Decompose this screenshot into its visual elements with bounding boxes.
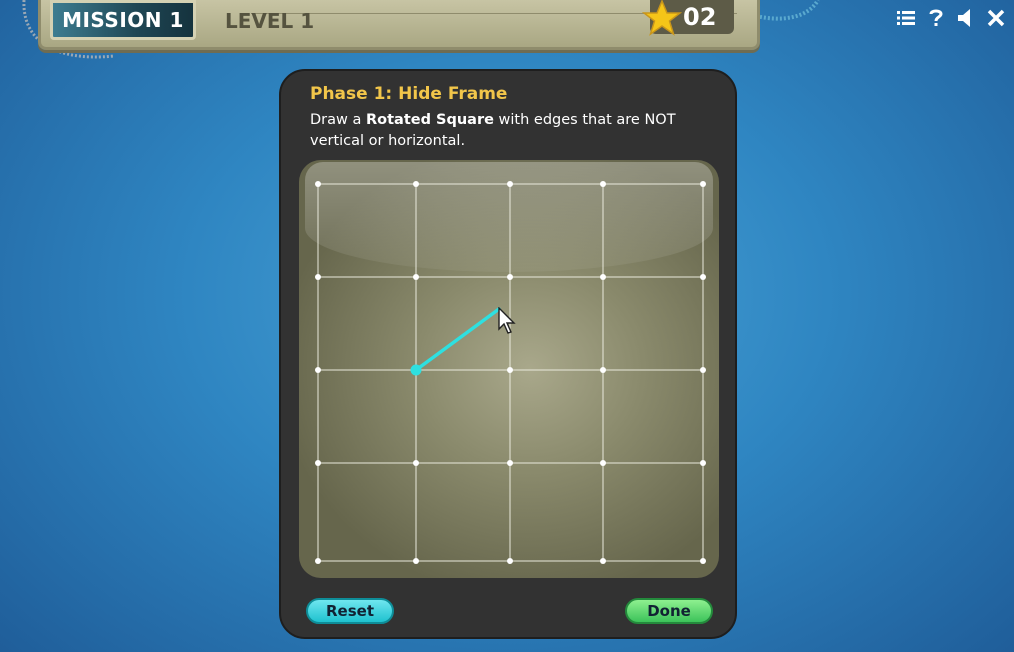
- level-label: LEVEL 1: [225, 9, 315, 33]
- highlight-shape-name: Rotated Square: [365, 112, 494, 128]
- grid-point[interactable]: [700, 367, 706, 373]
- close-icon[interactable]: [986, 8, 1006, 28]
- mission-tag: MISSION 1: [50, 0, 196, 40]
- grid-point[interactable]: [507, 558, 513, 564]
- grid-point[interactable]: [600, 558, 606, 564]
- star-count: 02: [683, 3, 717, 31]
- grid-point[interactable]: [600, 460, 606, 466]
- grid-point[interactable]: [700, 274, 706, 280]
- grid-point[interactable]: [315, 460, 321, 466]
- done-button[interactable]: Done: [625, 598, 713, 624]
- grid-point[interactable]: [413, 460, 419, 466]
- top-toolbar: [896, 8, 1006, 28]
- grid-point[interactable]: [413, 558, 419, 564]
- grid-point[interactable]: [507, 460, 513, 466]
- sound-icon[interactable]: [956, 8, 976, 28]
- grid-point[interactable]: [700, 558, 706, 564]
- grid-point[interactable]: [315, 181, 321, 187]
- grid-point[interactable]: [315, 274, 321, 280]
- star-icon: [642, 0, 682, 36]
- phase-panel: Phase 1: Hide Frame Draw a Rotated Squar…: [279, 69, 737, 639]
- grid-point[interactable]: [700, 181, 706, 187]
- list-icon[interactable]: [896, 8, 916, 28]
- grid-point[interactable]: [700, 460, 706, 466]
- grid-point[interactable]: [507, 274, 513, 280]
- grid-point[interactable]: [507, 181, 513, 187]
- segment-start-point[interactable]: [410, 364, 422, 376]
- grid-point[interactable]: [315, 558, 321, 564]
- drawn-segment: [414, 307, 501, 372]
- grid-point[interactable]: [413, 274, 419, 280]
- grid-point[interactable]: [413, 181, 419, 187]
- cord-decoration-right: [755, 0, 820, 21]
- phase-title: Phase 1: Hide Frame: [310, 84, 508, 104]
- phase-instructions: Draw a Rotated Square with edges that ar…: [310, 112, 676, 149]
- grid-point[interactable]: [600, 181, 606, 187]
- dot-grid[interactable]: [299, 160, 719, 578]
- grid-point[interactable]: [315, 367, 321, 373]
- mouse-cursor-icon: [498, 307, 516, 334]
- reset-button[interactable]: Reset: [306, 598, 394, 624]
- grid-point[interactable]: [600, 274, 606, 280]
- grid-point[interactable]: [600, 367, 606, 373]
- drawing-grid-board[interactable]: [299, 160, 719, 578]
- help-icon[interactable]: [926, 8, 946, 28]
- grid-point[interactable]: [507, 367, 513, 373]
